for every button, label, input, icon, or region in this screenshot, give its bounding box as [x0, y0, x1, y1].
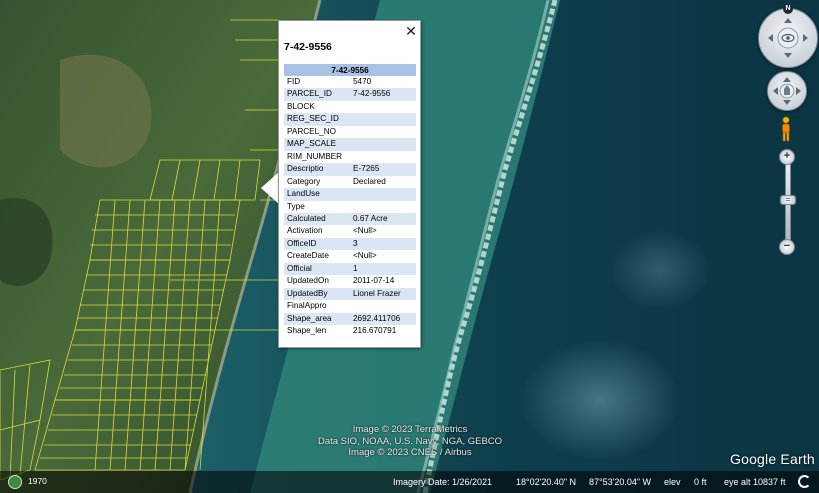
- field-name: Official: [284, 262, 350, 276]
- popup-title: 7-42-9556: [284, 41, 332, 53]
- field-name: LandUse: [284, 188, 350, 201]
- attribution-line: Data SIO, NOAA, U.S. Navy, NGA, GEBCO: [317, 435, 503, 447]
- table-row: FID 5470: [284, 76, 416, 88]
- field-value: [350, 101, 416, 113]
- street-view-pegman-icon[interactable]: [780, 116, 792, 142]
- field-name: MAP_SCALE: [284, 138, 350, 151]
- compass-arrows-icon[interactable]: [759, 9, 817, 67]
- field-value: 7-42-9556: [350, 88, 416, 101]
- field-name: CreateDate: [287, 251, 329, 261]
- field-value: Lionel Frazer: [350, 287, 416, 301]
- feature-info-popup: 7-42-9556 ✕ 7-42-9556 FID 5470 PARCEL_ID 7-…: [278, 20, 421, 348]
- popup-pointer: [261, 172, 279, 204]
- table-row: BLOCK: [284, 101, 416, 113]
- table-header: 7-42-9556: [284, 64, 416, 76]
- field-value: 5470: [353, 77, 372, 86]
- table-row: PARCEL_ID 7-42-9556: [284, 88, 416, 101]
- field-value: 2692.411706: [350, 312, 416, 326]
- eye-altitude: eye alt 10837 ft: [724, 477, 786, 487]
- table-row: Descriptio E-7265: [284, 163, 416, 176]
- field-name: BLOCK: [287, 101, 315, 111]
- attribute-table: 7-42-9556 FID 5470 PARCEL_ID 7-42-9556 BLOCK…: [284, 64, 416, 338]
- field-name: Type: [287, 201, 305, 211]
- table-row: Shape_len 216.670791: [284, 325, 416, 337]
- table-row: Category Declared: [284, 176, 416, 188]
- field-name: UpdatedOn: [287, 276, 329, 286]
- field-value: [350, 151, 416, 163]
- field-name: FinalAppro: [287, 301, 327, 311]
- field-name: RIM_NUMBER: [287, 151, 343, 161]
- compass-control[interactable]: N: [758, 4, 818, 68]
- field-name: Descriptio: [284, 163, 350, 176]
- historical-year: 1970: [28, 476, 47, 486]
- table-row: Activation <Null>: [284, 225, 416, 237]
- table-row: LandUse: [284, 188, 416, 201]
- table-row: RIM_NUMBER: [284, 151, 416, 163]
- field-name: Calculated: [284, 212, 350, 226]
- move-arrows-icon[interactable]: [768, 72, 806, 110]
- field-value: <Null>: [353, 251, 377, 261]
- move-control[interactable]: [767, 71, 807, 111]
- field-name: OfficeID: [284, 237, 350, 251]
- imagery-date: Imagery Date: 1/26/2021: [393, 477, 493, 487]
- table-row: PARCEL_NO: [284, 126, 416, 138]
- latitude-readout: 18°02'20.40" N: [516, 477, 577, 487]
- field-value: [350, 201, 416, 213]
- field-value: [350, 188, 416, 201]
- table-row: FinalAppro: [284, 300, 416, 312]
- field-name: Category: [287, 176, 321, 186]
- field-name: REG_SEC_ID: [284, 113, 350, 126]
- field-value: 3: [350, 237, 416, 251]
- field-name: PARCEL_ID: [284, 88, 350, 101]
- field-name: Shape_area: [284, 312, 350, 326]
- field-value: 216.670791: [353, 326, 397, 336]
- field-value: [350, 300, 416, 312]
- attribution-line: Image © 2023 TerraMetrics: [352, 424, 468, 435]
- field-value: [350, 126, 416, 138]
- table-row: Official 1: [284, 262, 416, 276]
- attribute-rows: FID 5470 PARCEL_ID 7-42-9556 BLOCK REG_SEC_ID…: [284, 76, 416, 338]
- table-row: CreateDate <Null>: [284, 250, 416, 262]
- attribution-line: Image © 2023 CNES / Airbus: [348, 447, 472, 458]
- table-row: Calculated 0.67 Acre: [284, 212, 416, 226]
- field-value: 0.67 Acre: [350, 212, 416, 226]
- field-value: 2011-07-14: [353, 276, 395, 286]
- elevation-label: elev: [664, 477, 681, 487]
- zoom-in-button[interactable]: +: [779, 149, 795, 165]
- elevation-value: 0 ft: [694, 477, 707, 487]
- table-row: MAP_SCALE: [284, 138, 416, 151]
- field-name: Shape_len: [287, 326, 327, 336]
- status-bar: Imagery Date: 1/26/2021 18°02'20.40" N 8…: [0, 471, 819, 493]
- close-icon[interactable]: ✕: [404, 23, 418, 39]
- field-value: [350, 138, 416, 151]
- field-value: Declared: [353, 176, 386, 186]
- table-row: UpdatedOn 2011-07-14: [284, 275, 416, 287]
- field-name: UpdatedBy: [284, 287, 350, 301]
- field-name: Activation: [287, 226, 323, 236]
- field-value: E-7265: [350, 163, 416, 176]
- table-row: UpdatedBy Lionel Frazer: [284, 287, 416, 301]
- field-value: 1: [350, 262, 416, 276]
- table-row: OfficeID 3: [284, 237, 416, 251]
- zoom-thumb[interactable]: =: [780, 195, 796, 205]
- field-value: [350, 113, 416, 126]
- table-row: REG_SEC_ID: [284, 113, 416, 126]
- field-name: PARCEL_NO: [287, 126, 336, 136]
- loading-spinner-icon: [798, 475, 811, 488]
- table-row: Shape_area 2692.411706: [284, 312, 416, 326]
- field-name: FID: [287, 77, 301, 86]
- zoom-slider[interactable]: + = −: [779, 149, 796, 257]
- longitude-readout: 87°53'20.04" W: [589, 477, 652, 487]
- table-row: Type: [284, 201, 416, 213]
- imagery-attribution: Image © 2023 TerraMetrics Data SIO, NOAA…: [300, 424, 520, 459]
- zoom-out-button[interactable]: −: [779, 239, 795, 255]
- historical-imagery-icon[interactable]: [8, 475, 22, 489]
- google-earth-logo: Google Earth: [730, 451, 815, 467]
- field-value: <Null>: [353, 226, 377, 236]
